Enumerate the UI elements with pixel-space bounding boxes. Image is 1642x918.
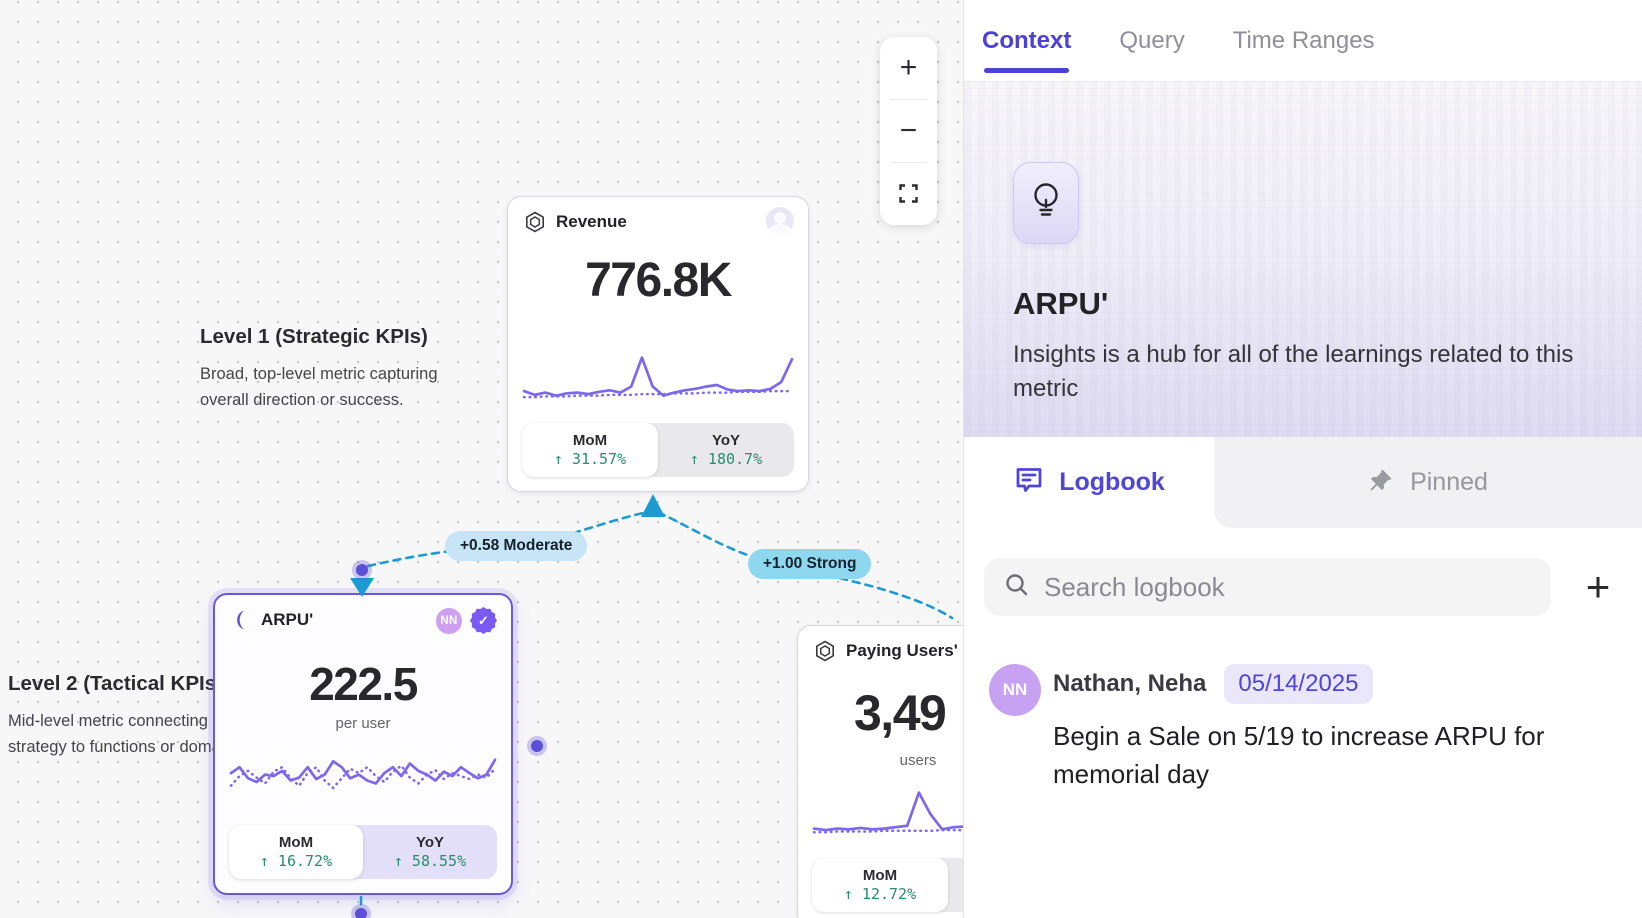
- mom-label: MoM: [863, 867, 897, 884]
- paying-users-sparkline: [814, 784, 963, 856]
- yoy-value: ↑ 180.7%: [690, 450, 762, 468]
- context-side-panel: Context Query Time Ranges ARPU' Insights…: [963, 0, 1642, 918]
- paying-users-card-header: Paying Users': [814, 640, 958, 662]
- logbook-section: + NN Nathan, Neha 05/14/2025 Begin a Sal…: [964, 528, 1642, 793]
- zoom-in-button[interactable]: +: [880, 37, 937, 99]
- pushpin-icon: [1368, 467, 1394, 498]
- metric-tree-canvas[interactable]: Level 1 (Strategic KPIs) Broad, top-leve…: [0, 0, 963, 918]
- metric-card-arpu[interactable]: ARPU' NN ✓ 222.5 per user MoM ↑ 16.72% Y…: [213, 593, 513, 895]
- revenue-card-title: Revenue: [556, 212, 627, 232]
- paying-users-unit: users: [798, 752, 963, 769]
- mom-value: ↑ 16.72%: [260, 852, 332, 870]
- connection-handle-halo: [352, 560, 372, 580]
- revenue-yoy-toggle[interactable]: YoY ↑ 180.7%: [658, 423, 794, 477]
- tab-pinned[interactable]: Pinned: [1214, 437, 1642, 528]
- yoy-label: YoY: [712, 432, 740, 449]
- paying-users-yoy-toggle[interactable]: [948, 858, 963, 912]
- metric-node-icon: [814, 640, 836, 662]
- mom-value: ↑ 12.72%: [844, 885, 916, 903]
- level-2-description: Mid-level metric connecting strategy to …: [8, 709, 246, 760]
- fullscreen-icon: [899, 177, 918, 211]
- connection-handle[interactable]: [355, 908, 367, 918]
- connection-handle[interactable]: [356, 564, 368, 576]
- tab-logbook[interactable]: Logbook: [964, 437, 1214, 528]
- arpu-yoy-toggle[interactable]: YoY ↑ 58.55%: [363, 825, 497, 879]
- revenue-mom-toggle[interactable]: MoM ↑ 31.57%: [522, 423, 658, 477]
- tab-query[interactable]: Query: [1119, 0, 1184, 81]
- panel-tab-bar: Context Query Time Ranges: [964, 0, 1642, 82]
- zoom-toolbar: + −: [880, 37, 937, 225]
- level-1-description: Broad, top-level metric capturing overal…: [200, 362, 438, 413]
- arpu-card-badges: NN ✓: [436, 607, 497, 634]
- logbook-pinned-tabs: Pinned Logbook: [964, 437, 1642, 528]
- paying-users-value: 3,49: [798, 684, 963, 742]
- arpu-sparkline: [231, 745, 495, 819]
- lightbulb-icon: [1028, 180, 1064, 227]
- metric-node-icon: [524, 211, 546, 233]
- paying-users-card-title: Paying Users': [846, 641, 958, 661]
- tab-context[interactable]: Context: [982, 0, 1071, 81]
- add-log-entry-button[interactable]: +: [1573, 562, 1623, 612]
- level-1-label: Level 1 (Strategic KPIs) Broad, top-leve…: [200, 325, 438, 413]
- verified-badge-icon: ✓: [470, 607, 497, 634]
- yoy-label: YoY: [416, 834, 444, 851]
- metric-tree-app: Level 1 (Strategic KPIs) Broad, top-leve…: [0, 0, 1642, 918]
- paying-users-mom-toggle[interactable]: MoM ↑ 12.72%: [812, 858, 948, 912]
- connection-handle[interactable]: [531, 740, 543, 752]
- pinned-tab-label: Pinned: [1410, 468, 1488, 497]
- level-1-title: Level 1 (Strategic KPIs): [200, 325, 438, 349]
- yoy-value: ↑ 58.55%: [394, 852, 466, 870]
- level-2-label: Level 2 (Tactical KPIs) Mid-level metric…: [8, 672, 246, 760]
- correlation-label-strong[interactable]: +1.00 Strong: [748, 549, 871, 579]
- arrow-into-revenue: [641, 494, 665, 517]
- entry-header: Nathan, Neha 05/14/2025: [1053, 664, 1573, 704]
- zoom-out-button[interactable]: −: [880, 100, 937, 162]
- entry-date-badge: 05/14/2025: [1224, 664, 1372, 704]
- revenue-sparkline: [524, 347, 792, 423]
- logbook-entry[interactable]: NN Nathan, Neha 05/14/2025 Begin a Sale …: [984, 664, 1642, 793]
- mom-value: ↑ 31.57%: [554, 450, 626, 468]
- arpu-value: 222.5: [215, 657, 511, 711]
- metric-card-revenue[interactable]: Revenue 776.8K MoM ↑ 31.57% YoY ↑ 180.7%: [507, 196, 809, 492]
- metric-name-heading: ARPU': [1013, 286, 1602, 322]
- revenue-card-header: Revenue: [524, 211, 627, 233]
- arpu-unit: per user: [215, 715, 511, 732]
- entry-text: Begin a Sale on 5/19 to increase ARPU fo…: [1053, 718, 1573, 793]
- author-avatar: NN: [989, 664, 1041, 716]
- logbook-tab-label: Logbook: [1059, 468, 1165, 497]
- entry-content: Nathan, Neha 05/14/2025 Begin a Sale on …: [1053, 664, 1573, 793]
- metric-card-paying-users[interactable]: Paying Users' 3,49 users MoM ↑ 12.72%: [797, 625, 963, 918]
- entry-author: Nathan, Neha: [1053, 670, 1206, 698]
- fit-view-button[interactable]: [880, 163, 937, 225]
- revenue-stats: MoM ↑ 31.57% YoY ↑ 180.7%: [522, 423, 794, 477]
- mom-label: MoM: [573, 432, 607, 449]
- crescent-moon-icon: [231, 609, 251, 631]
- search-input[interactable]: [1044, 572, 1531, 603]
- arpu-mom-toggle[interactable]: MoM ↑ 16.72%: [229, 825, 363, 879]
- insight-icon-card: [1013, 162, 1079, 244]
- arpu-stats: MoM ↑ 16.72% YoY ↑ 58.55%: [229, 825, 497, 879]
- arpu-card-header: ARPU': [231, 609, 313, 631]
- correlation-label-moderate[interactable]: +0.58 Moderate: [445, 531, 587, 561]
- tab-time-ranges[interactable]: Time Ranges: [1233, 0, 1375, 81]
- connection-handle-halo: [351, 904, 371, 918]
- arpu-card-title: ARPU': [261, 610, 313, 630]
- logbook-comment-icon: [1013, 464, 1045, 501]
- owner-avatar-icon: [766, 207, 794, 235]
- logbook-search-row: +: [984, 558, 1642, 616]
- revenue-value: 776.8K: [508, 253, 808, 308]
- connection-handle-halo: [527, 736, 547, 756]
- level-2-title: Level 2 (Tactical KPIs): [8, 672, 246, 696]
- mom-label: MoM: [279, 834, 313, 851]
- metric-description: Insights is a hub for all of the learnin…: [1013, 338, 1593, 406]
- collaborator-badge: NN: [436, 608, 462, 634]
- paying-users-stats: MoM ↑ 12.72%: [812, 858, 963, 912]
- search-icon: [1004, 572, 1030, 603]
- logbook-search-bar[interactable]: [984, 558, 1551, 616]
- metric-context-hero: ARPU' Insights is a hub for all of the l…: [964, 82, 1642, 437]
